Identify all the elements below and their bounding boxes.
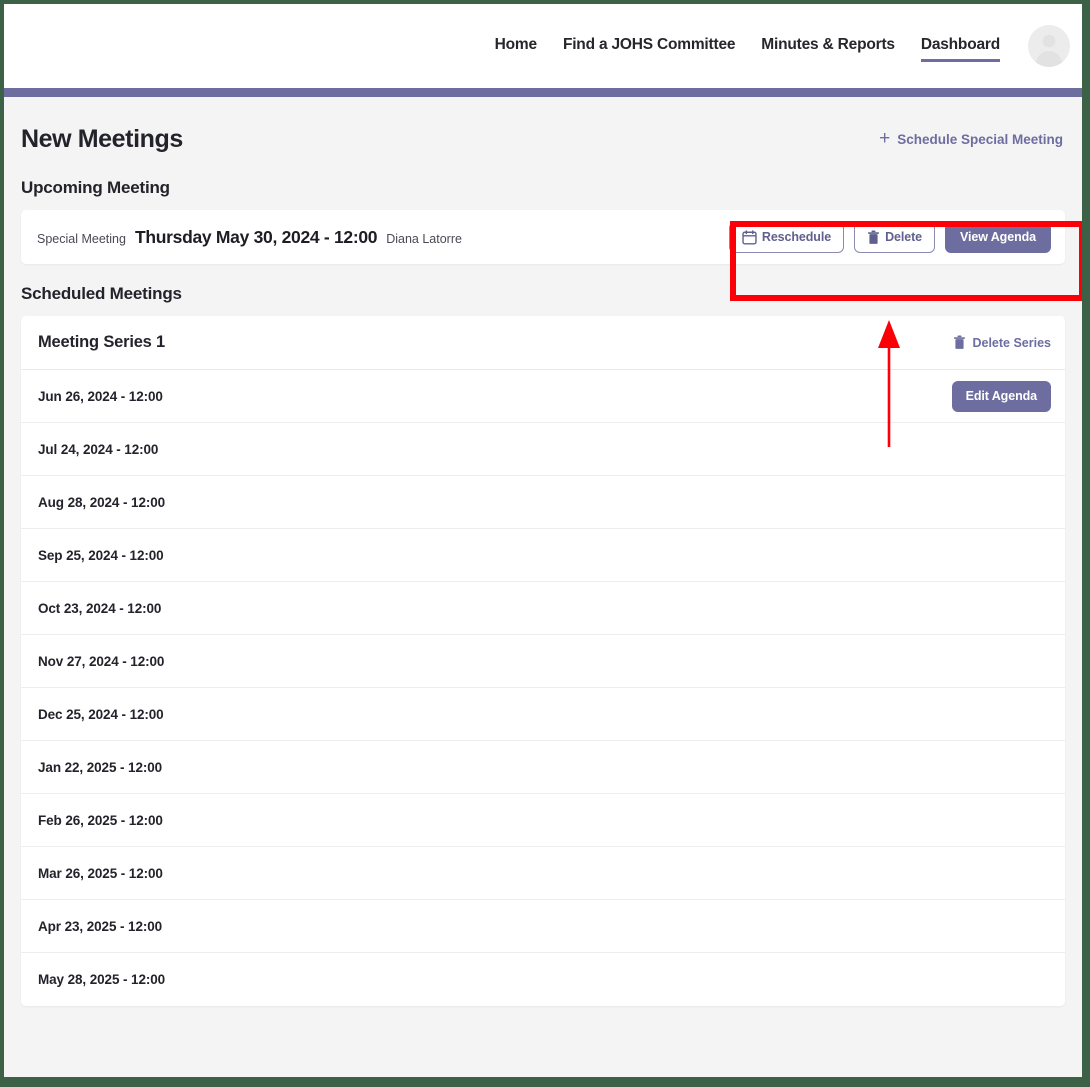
reschedule-label: Reschedule bbox=[761, 230, 832, 244]
meeting-series-name: Meeting Series 1 bbox=[38, 333, 166, 351]
scheduled-meetings-section-title: Scheduled Meetings bbox=[21, 284, 182, 303]
view-agenda-label: View Agenda bbox=[959, 230, 1036, 244]
reschedule-button[interactable]: Reschedule bbox=[728, 221, 845, 253]
meeting-row-datetime: Sep 25, 2024 - 12:00 bbox=[38, 547, 164, 563]
meeting-row-datetime: Aug 28, 2024 - 12:00 bbox=[38, 494, 166, 510]
meeting-row: Jun 26, 2024 - 12:00 Edit Agenda bbox=[21, 370, 1065, 423]
meeting-row: Jul 24, 2024 - 12:00 bbox=[21, 423, 1065, 476]
upcoming-meeting-actions: Reschedule Delete View Agenda bbox=[728, 221, 1051, 253]
page-content: New Meetings + Schedule Special Meeting … bbox=[4, 97, 1082, 1077]
meeting-row-datetime: Jun 26, 2024 - 12:00 bbox=[38, 388, 163, 404]
meeting-type-label: Special Meeting bbox=[37, 231, 126, 246]
upcoming-meeting-info: Special Meeting Thursday May 30, 2024 - … bbox=[37, 227, 462, 248]
meeting-row: May 28, 2025 - 12:00 bbox=[21, 953, 1065, 1006]
meeting-datetime: Thursday May 30, 2024 - 12:00 bbox=[134, 226, 378, 247]
delete-label: Delete bbox=[885, 230, 922, 244]
meeting-row: Mar 26, 2025 - 12:00 bbox=[21, 847, 1065, 900]
meeting-row-datetime: Apr 23, 2025 - 12:00 bbox=[38, 918, 163, 934]
meeting-row-datetime: Jul 24, 2024 - 12:00 bbox=[38, 441, 159, 457]
nav-link-minutes-reports[interactable]: Minutes & Reports bbox=[761, 36, 895, 57]
meeting-row-datetime: May 28, 2025 - 12:00 bbox=[38, 972, 166, 987]
nav-link-find-a-johs-committee[interactable]: Find a JOHS Committee bbox=[563, 36, 736, 57]
meeting-row: Jan 22, 2025 - 12:00 bbox=[21, 741, 1065, 794]
plus-icon: + bbox=[879, 128, 891, 149]
meeting-row-datetime: Jan 22, 2025 - 12:00 bbox=[38, 759, 163, 775]
nav-links: Home Find a JOHS Committee Minutes & Repor… bbox=[495, 36, 1000, 62]
trash-icon bbox=[867, 229, 880, 244]
top-navigation-bar: Home Find a JOHS Committee Minutes & Repor… bbox=[4, 4, 1082, 88]
avatar[interactable] bbox=[1028, 25, 1070, 67]
schedule-special-meeting-label: Schedule Special Meeting bbox=[897, 132, 1063, 147]
edit-agenda-button[interactable]: Edit Agenda bbox=[951, 380, 1051, 412]
delete-button[interactable]: Delete bbox=[854, 221, 935, 253]
trash-icon bbox=[954, 335, 966, 349]
meeting-owner: Diana Latorre bbox=[386, 231, 462, 246]
user-avatar-icon bbox=[1035, 34, 1063, 67]
view-agenda-button[interactable]: View Agenda bbox=[944, 221, 1051, 253]
meeting-row: Apr 23, 2025 - 12:00 bbox=[21, 900, 1065, 953]
page-title: New Meetings bbox=[21, 125, 183, 153]
meeting-rows-container: Jun 26, 2024 - 12:00 Edit Agenda Jul 24, 2… bbox=[21, 370, 1065, 1006]
meeting-series-card: Meeting Series 1 Delete Series Jun 26, 2… bbox=[21, 316, 1065, 1006]
meeting-row-datetime: Feb 26, 2025 - 12:00 bbox=[38, 812, 163, 828]
nav-accent-rule bbox=[4, 88, 1082, 97]
meeting-row: Oct 23, 2024 - 12:00 bbox=[21, 582, 1065, 635]
screenshot-frame: Home Find a JOHS Committee Minutes & Repor… bbox=[0, 0, 1090, 1087]
meeting-row: Dec 25, 2024 - 12:00 bbox=[21, 688, 1065, 741]
browser-viewport: Home Find a JOHS Committee Minutes & Repor… bbox=[4, 4, 1082, 1077]
meeting-row-datetime: Mar 26, 2025 - 12:00 bbox=[38, 865, 163, 881]
meeting-row: Aug 28, 2024 - 12:00 bbox=[21, 476, 1065, 529]
meeting-row: Nov 27, 2024 - 12:00 bbox=[21, 635, 1065, 688]
nav-link-dashboard[interactable]: Dashboard bbox=[920, 36, 1000, 62]
upcoming-meeting-section-title: Upcoming Meeting bbox=[21, 178, 170, 197]
calendar-icon bbox=[742, 229, 757, 244]
upcoming-meeting-card: Special Meeting Thursday May 30, 2024 - … bbox=[21, 210, 1065, 264]
meeting-series-header: Meeting Series 1 Delete Series bbox=[21, 316, 1065, 370]
meeting-row-datetime: Nov 27, 2024 - 12:00 bbox=[38, 653, 165, 669]
schedule-special-meeting-button[interactable]: + Schedule Special Meeting bbox=[879, 128, 1065, 149]
delete-series-label: Delete Series bbox=[972, 335, 1051, 350]
meeting-row-datetime: Dec 25, 2024 - 12:00 bbox=[38, 706, 164, 722]
meeting-row: Feb 26, 2025 - 12:00 bbox=[21, 794, 1065, 847]
delete-series-button[interactable]: Delete Series bbox=[953, 335, 1051, 350]
page-header: New Meetings + Schedule Special Meeting bbox=[21, 97, 1065, 158]
meeting-row-datetime: Oct 23, 2024 - 12:00 bbox=[38, 600, 162, 616]
meeting-row: Sep 25, 2024 - 12:00 bbox=[21, 529, 1065, 582]
nav-link-home[interactable]: Home bbox=[495, 36, 537, 57]
